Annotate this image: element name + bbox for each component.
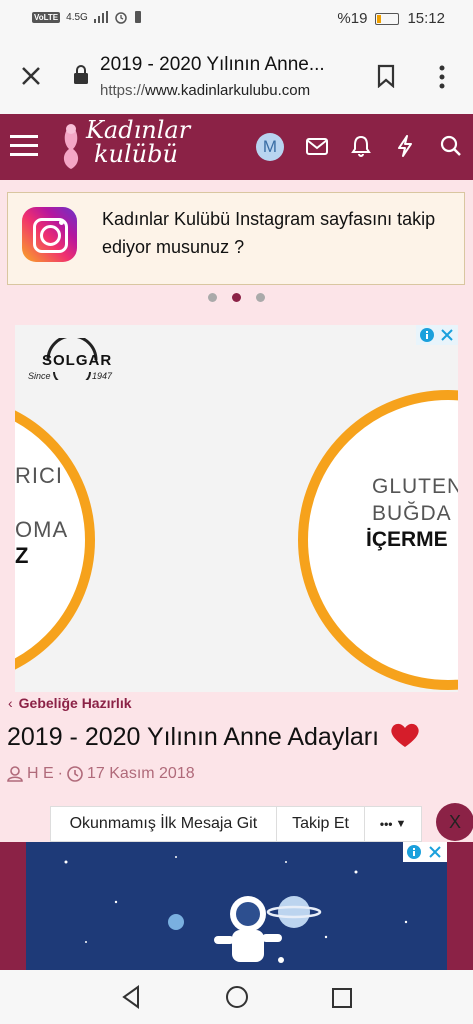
ad-left-line1: RICI [15, 463, 63, 488]
close-sticky-ad-button[interactable]: X [436, 803, 473, 841]
status-bar: VoLTE 4.5G %19 15:12 [0, 0, 473, 38]
envelope-icon[interactable] [306, 138, 328, 155]
browser-toolbar [0, 38, 473, 115]
close-icon[interactable] [20, 65, 42, 87]
back-icon[interactable] [120, 985, 142, 1009]
thread-title: 2019 - 2020 Yılının Anne Adayları [7, 722, 420, 752]
breadcrumb-label[interactable]: Gebeliğe Hazırlık [19, 695, 132, 711]
breadcrumb[interactable]: ‹ Gebeliğe Hazırlık [8, 695, 132, 711]
lock-icon[interactable] [72, 64, 90, 86]
logo-line2: kulübü [94, 140, 178, 168]
ad-close-icon[interactable] [440, 328, 454, 342]
thread-meta: H E · 17 Kasım 2018 [7, 765, 195, 783]
battery-percent: %19 [337, 10, 368, 27]
info-icon[interactable] [419, 327, 435, 343]
heart-icon [391, 723, 419, 747]
user-icon [7, 766, 23, 782]
battery-icon [375, 12, 400, 25]
ad-year: 1947 [92, 371, 113, 381]
thread-author[interactable]: H E [27, 765, 54, 783]
site-logo[interactable]: Kadınlar kulübü [86, 118, 190, 166]
clock-icon [67, 766, 83, 782]
astronaut-illustration [64, 856, 408, 963]
more-vert-icon[interactable] [438, 65, 446, 89]
logo-figure-icon[interactable] [55, 121, 87, 171]
alarm-icon [115, 12, 127, 24]
ad-since: Since [28, 371, 51, 381]
network-indicator: 4.5G [66, 11, 88, 23]
logo-line1: Kadınlar [86, 116, 191, 144]
page-title-address[interactable]: 2019 - 2020 Yılının Anne... [100, 54, 325, 76]
url-domain: www.kadinlarkulubu.com [145, 82, 311, 99]
thread-title-text: 2019 - 2020 Yılının Anne Adayları [7, 723, 380, 751]
ad-right-line3: İÇERME [366, 528, 448, 551]
ad-right-line1: GLUTEN [372, 475, 458, 498]
url-scheme: https:// [100, 82, 146, 99]
clock: 15:12 [407, 10, 445, 27]
ad-choices[interactable] [416, 325, 458, 345]
instagram-icon[interactable] [22, 207, 77, 262]
instagram-banner-text[interactable]: Kadınlar Kulübü Instagram sayfasını taki… [102, 205, 442, 261]
search-icon[interactable] [440, 135, 462, 157]
thread-date[interactable]: 17 Kasım 2018 [87, 765, 195, 783]
hamburger-menu-icon[interactable] [10, 134, 38, 158]
vibrate-icon [134, 11, 141, 23]
bookmark-icon[interactable] [376, 64, 396, 88]
chevron-left-icon[interactable]: ‹ [8, 695, 13, 711]
ad-right-line2: BUĞDA [372, 502, 452, 525]
meta-separator: · [57, 765, 63, 782]
avatar[interactable]: M [256, 133, 284, 161]
caret-down-icon: ▼ [395, 818, 407, 830]
recents-icon[interactable] [331, 987, 353, 1009]
follow-button[interactable]: Takip Et [277, 807, 366, 841]
ad2-close-icon[interactable] [428, 845, 442, 859]
ad-left-line3: Z [15, 543, 29, 568]
home-icon[interactable] [225, 985, 249, 1009]
url-address[interactable]: https://www.kadinlarkulubu.com [100, 82, 310, 99]
ad-brand: SOLGAR [42, 352, 113, 369]
ad-left-line2: OMA [15, 517, 69, 542]
lightning-icon[interactable] [397, 135, 413, 157]
carousel-dot-1[interactable] [208, 293, 217, 302]
signal-icon [93, 11, 108, 23]
info-icon-2[interactable] [406, 844, 422, 860]
unread-jump-button[interactable]: Okunmamış İlk Mesaja Git [51, 807, 277, 841]
bell-icon[interactable] [351, 135, 371, 157]
thread-actions: Okunmamış İlk Mesaja Git Takip Et ••• ▼ [50, 806, 422, 842]
advertisement[interactable]: SOLGAR Since 1947 RICI OMA Z GLUTEN BUĞD… [15, 325, 458, 692]
more-actions-label: ••• [379, 817, 393, 831]
carousel-dot-2[interactable] [232, 293, 241, 302]
carousel-dot-3[interactable] [256, 293, 265, 302]
ad2-choices[interactable] [403, 842, 447, 862]
more-actions-button[interactable]: ••• ▼ [365, 807, 421, 841]
sticky-advertisement[interactable] [26, 842, 447, 970]
volte-indicator: VoLTE [32, 11, 61, 23]
